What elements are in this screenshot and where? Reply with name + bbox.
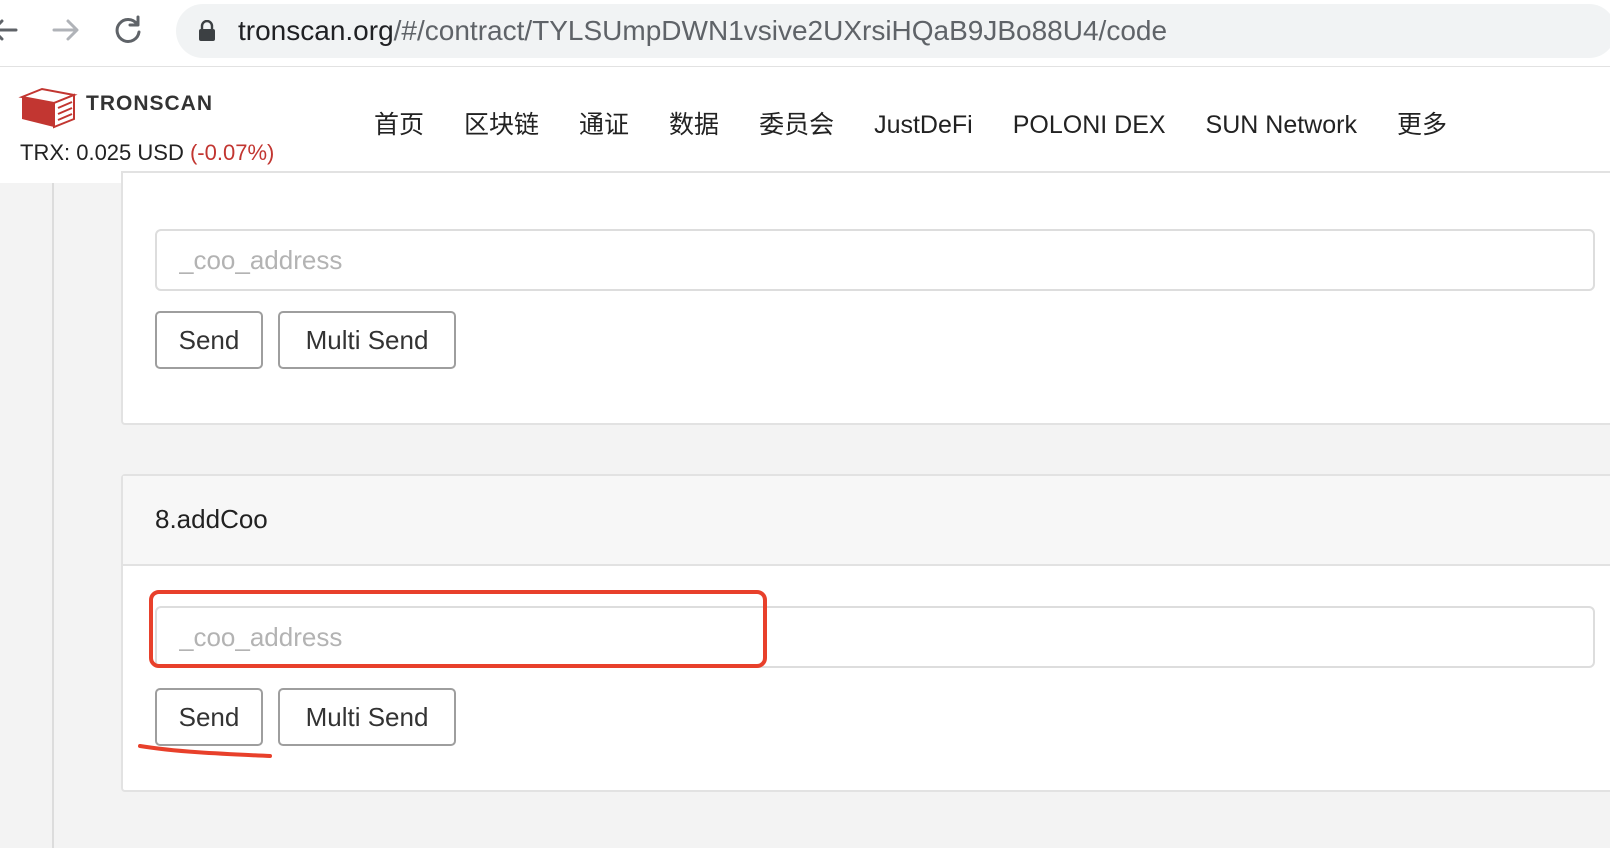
main-nav: 首页 区块链 通证 数据 委员会 JustDeFi POLONI DEX SUN…	[374, 109, 1487, 141]
back-icon[interactable]	[0, 12, 22, 48]
nav-item-home[interactable]: 首页	[374, 109, 424, 141]
nav-item-justdefi[interactable]: JustDeFi	[874, 109, 973, 141]
tronscan-logo-icon[interactable]	[18, 83, 78, 134]
nav-item-blockchain[interactable]: 区块链	[464, 109, 539, 141]
url-path: /#/contract/TYLSUmpDWN1vsive2UXrsiHQaB9J…	[393, 15, 1168, 46]
nav-item-more[interactable]: 更多	[1397, 109, 1447, 141]
function-title: 8.addCoo	[155, 504, 268, 534]
divider	[52, 183, 54, 848]
forward-icon[interactable]	[48, 12, 84, 48]
function-card: Send Multi Send	[121, 171, 1610, 425]
url-host: tronscan.org	[238, 15, 394, 46]
lock-icon	[196, 19, 218, 42]
multi-send-button[interactable]: Multi Send	[278, 688, 456, 746]
brand-name[interactable]: TRONSCAN	[86, 92, 213, 116]
card-header: 8.addCoo	[123, 476, 1610, 566]
site-header: TRONSCAN TRX: 0.025 USD (-0.07%) 首页 区块链 …	[0, 67, 1610, 183]
nav-item-poloni-dex[interactable]: POLONI DEX	[1013, 109, 1166, 141]
trx-price-value: TRX: 0.025 USD	[20, 140, 184, 165]
annotation-underline	[136, 738, 276, 767]
coo-address-input[interactable]	[155, 229, 1595, 291]
nav-item-tokens[interactable]: 通证	[579, 109, 629, 141]
nav-item-sun-network[interactable]: SUN Network	[1206, 109, 1357, 141]
annotation-highlight-box	[149, 590, 767, 668]
url-text[interactable]: tronscan.org/#/contract/TYLSUmpDWN1vsive…	[238, 16, 1167, 46]
multi-send-button[interactable]: Multi Send	[278, 311, 456, 369]
nav-item-data[interactable]: 数据	[669, 109, 719, 141]
nav-item-committee[interactable]: 委员会	[759, 109, 834, 141]
send-button[interactable]: Send	[155, 311, 263, 369]
browser-toolbar: tronscan.org/#/contract/TYLSUmpDWN1vsive…	[0, 0, 1610, 67]
address-bar[interactable]: tronscan.org/#/contract/TYLSUmpDWN1vsive…	[176, 4, 1610, 58]
trx-price-change: (-0.07%)	[189, 140, 275, 165]
trx-price: TRX: 0.025 USD (-0.07%)	[20, 140, 274, 166]
reload-icon[interactable]	[110, 12, 146, 48]
